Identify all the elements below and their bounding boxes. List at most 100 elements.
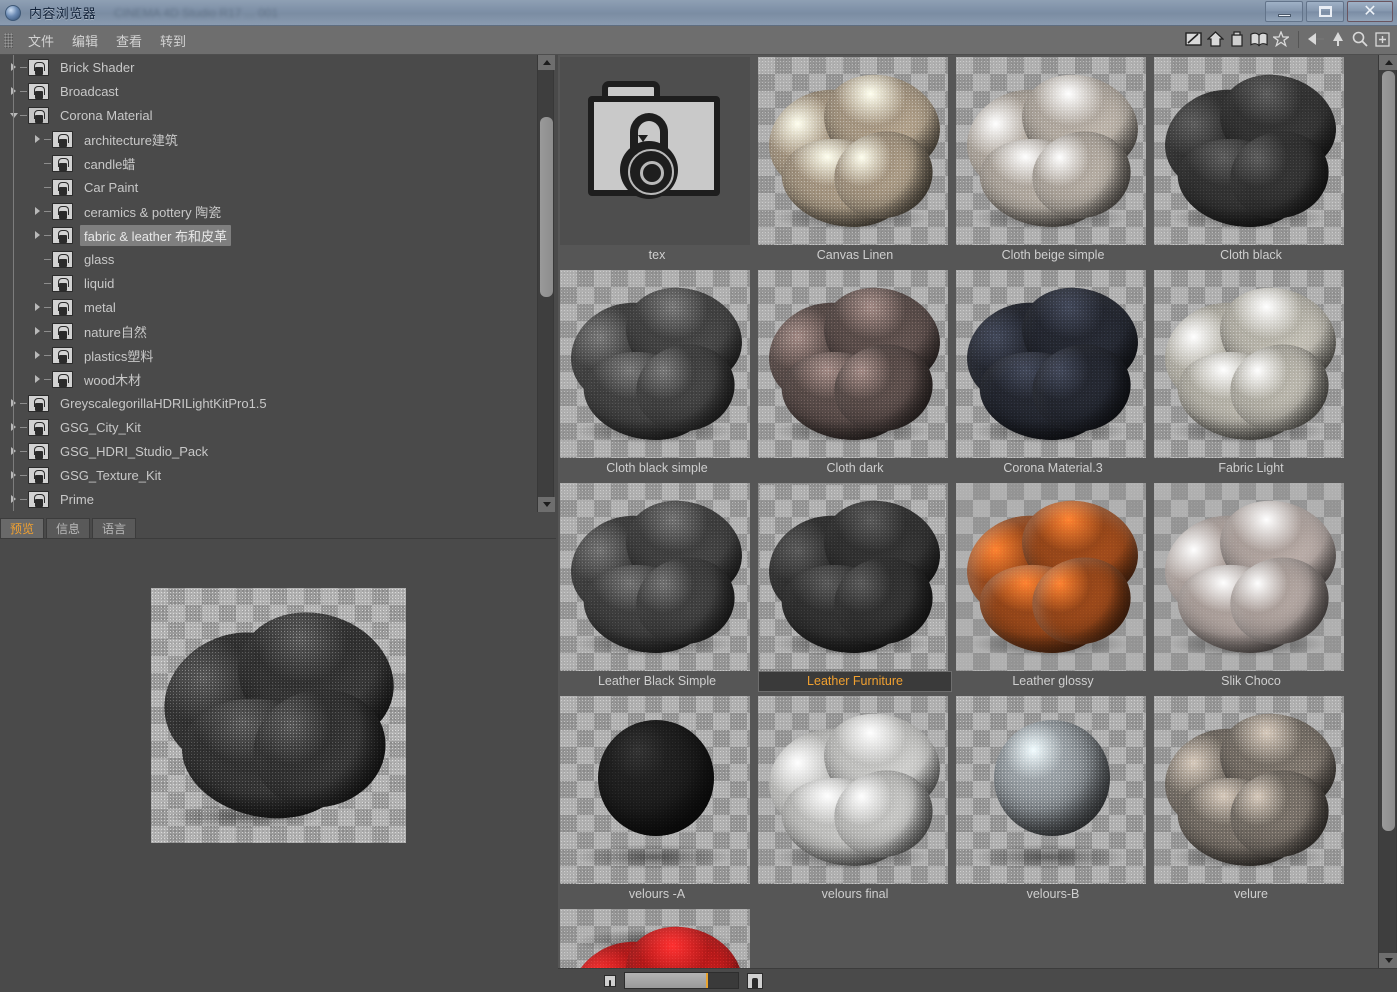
- tree-item-corona-material[interactable]: Corona Material: [0, 103, 537, 127]
- back-arrow-icon[interactable]: [1307, 30, 1325, 48]
- tree-item-wood[interactable]: wood木材: [0, 367, 537, 391]
- large-thumbnail-icon[interactable]: [747, 972, 763, 989]
- grid-item[interactable]: Canvas Linen: [758, 57, 952, 266]
- grid-item-thumbnail[interactable]: [956, 696, 1146, 884]
- tree-scroll-down-button[interactable]: [538, 497, 555, 512]
- grid-item-thumbnail[interactable]: [560, 270, 750, 458]
- grid-item-thumbnail[interactable]: [956, 270, 1146, 458]
- tab-preview[interactable]: 预览: [0, 518, 45, 538]
- grid-item[interactable]: [560, 909, 754, 968]
- tree-item-architecture[interactable]: architecture建筑: [0, 127, 537, 151]
- maximize-button[interactable]: [1306, 1, 1344, 22]
- tree-item-candle[interactable]: candle蜡: [0, 151, 537, 175]
- tree-item-gsg-hdri-studio-pack[interactable]: GSG_HDRI_Studio_Pack: [0, 439, 537, 463]
- grid-item[interactable]: velours-B: [956, 696, 1150, 905]
- tree-item-brick-shader[interactable]: Brick Shader: [0, 55, 537, 79]
- chevron-right-icon[interactable]: [32, 350, 43, 361]
- tree-item-plastics[interactable]: plastics塑料: [0, 343, 537, 367]
- book-icon[interactable]: [1250, 30, 1268, 48]
- grid-item[interactable]: Slik Choco: [1154, 483, 1348, 692]
- tree-scroll-up-button[interactable]: [538, 55, 555, 70]
- grid-item-thumbnail[interactable]: [758, 483, 948, 671]
- grid-item-thumbnail[interactable]: [1154, 696, 1344, 884]
- grid-item-thumbnail[interactable]: [956, 483, 1146, 671]
- preview-thumbnail[interactable]: [150, 588, 406, 843]
- grid-item[interactable]: Fabric Light: [1154, 270, 1348, 479]
- grid-item-thumbnail[interactable]: [560, 57, 750, 245]
- title-bar: 内容浏览器 CINEMA 4D Studio R17 ... 001 ✕: [0, 0, 1397, 26]
- tab-language[interactable]: 语言: [92, 518, 137, 538]
- grid-scroll-down-button[interactable]: [1379, 953, 1397, 968]
- grid-item-thumbnail[interactable]: [758, 696, 948, 884]
- grid-item[interactable]: velours final: [758, 696, 952, 905]
- tree-item-metal[interactable]: metal: [0, 295, 537, 319]
- chevron-right-icon[interactable]: [32, 302, 43, 313]
- tree-item-fabric-leather[interactable]: fabric & leather 布和皮革: [0, 223, 537, 247]
- grid-item-thumbnail[interactable]: [560, 696, 750, 884]
- chevron-right-icon[interactable]: [32, 134, 43, 145]
- chevron-right-icon[interactable]: [32, 230, 43, 241]
- chevron-right-icon[interactable]: [32, 254, 43, 265]
- grid-item[interactable]: Corona Material.3: [956, 270, 1150, 479]
- grid-item-thumbnail[interactable]: [560, 483, 750, 671]
- drag-grip[interactable]: [4, 32, 13, 48]
- grid-item[interactable]: Leather Black Simple: [560, 483, 754, 692]
- tree-item-glass[interactable]: glass: [0, 247, 537, 271]
- grid-scroll-thumb[interactable]: [1382, 71, 1395, 831]
- chevron-right-icon[interactable]: [32, 182, 43, 193]
- chevron-right-icon[interactable]: [32, 158, 43, 169]
- tree-item-greyscalegorillahdrilightkitpro1-5[interactable]: GreyscalegorillaHDRILightKitPro1.5: [0, 391, 537, 415]
- tree-item-prime[interactable]: Prime: [0, 487, 537, 511]
- chevron-right-icon[interactable]: [32, 326, 43, 337]
- grid-item-thumbnail[interactable]: [758, 270, 948, 458]
- grid-scroll-up-button[interactable]: [1379, 55, 1397, 70]
- tree-item-gsg-city-kit[interactable]: GSG_City_Kit: [0, 415, 537, 439]
- folder-tree[interactable]: Brick Shader Broadcast Corona Material arch…: [0, 55, 537, 512]
- tree-scrollbar[interactable]: [537, 55, 555, 512]
- tree-scroll-thumb[interactable]: [540, 117, 553, 297]
- small-thumbnail-icon[interactable]: [604, 974, 616, 987]
- edit-pencil-icon[interactable]: [1184, 30, 1202, 48]
- tree-item-gsg-texture-kit[interactable]: GSG_Texture_Kit: [0, 463, 537, 487]
- minimize-button[interactable]: [1265, 1, 1303, 22]
- trash-icon[interactable]: [1228, 30, 1246, 48]
- grid-scrollbar[interactable]: [1378, 55, 1397, 968]
- menu-view[interactable]: 查看: [107, 28, 151, 53]
- thumbnail-grid-panel[interactable]: tex Canvas Linen Cloth beige simple Cloth b…: [558, 55, 1378, 968]
- tab-info[interactable]: 信息: [46, 518, 91, 538]
- search-icon[interactable]: [1351, 30, 1369, 48]
- grid-item-thumbnail[interactable]: [1154, 57, 1344, 245]
- chevron-right-icon[interactable]: [32, 278, 43, 289]
- close-button[interactable]: ✕: [1347, 1, 1393, 22]
- thumbnail-size-slider[interactable]: [624, 972, 739, 989]
- tree-item-car-paint[interactable]: Car Paint: [0, 175, 537, 199]
- up-arrow-icon[interactable]: [1329, 30, 1347, 48]
- grid-item[interactable]: Cloth dark: [758, 270, 952, 479]
- grid-item[interactable]: Cloth black simple: [560, 270, 754, 479]
- add-icon[interactable]: [1373, 30, 1391, 48]
- grid-item[interactable]: Cloth beige simple: [956, 57, 1150, 266]
- grid-item-thumbnail[interactable]: [560, 909, 750, 968]
- grid-item[interactable]: Leather glossy: [956, 483, 1150, 692]
- chevron-right-icon[interactable]: [32, 206, 43, 217]
- grid-item[interactable]: tex: [560, 57, 754, 266]
- tree-item-liquid[interactable]: liquid: [0, 271, 537, 295]
- grid-item-label: velours -A: [628, 887, 686, 901]
- grid-item[interactable]: velours -A: [560, 696, 754, 905]
- grid-item-thumbnail[interactable]: [1154, 483, 1344, 671]
- menu-file[interactable]: 文件: [19, 28, 63, 53]
- tree-item-nature[interactable]: nature自然: [0, 319, 537, 343]
- grid-item-thumbnail[interactable]: [1154, 270, 1344, 458]
- grid-item[interactable]: velure: [1154, 696, 1348, 905]
- tree-item-ceramics-pottery[interactable]: ceramics & pottery 陶瓷: [0, 199, 537, 223]
- grid-item-thumbnail[interactable]: [758, 57, 948, 245]
- grid-item[interactable]: Cloth black: [1154, 57, 1348, 266]
- menu-goto[interactable]: 转到: [151, 28, 195, 53]
- menu-edit[interactable]: 编辑: [63, 28, 107, 53]
- grid-item[interactable]: Leather Furniture: [758, 483, 952, 692]
- tree-item-broadcast[interactable]: Broadcast: [0, 79, 537, 103]
- star-icon[interactable]: [1272, 30, 1290, 48]
- home-icon[interactable]: [1206, 30, 1224, 48]
- chevron-right-icon[interactable]: [32, 374, 43, 385]
- grid-item-thumbnail[interactable]: [956, 57, 1146, 245]
